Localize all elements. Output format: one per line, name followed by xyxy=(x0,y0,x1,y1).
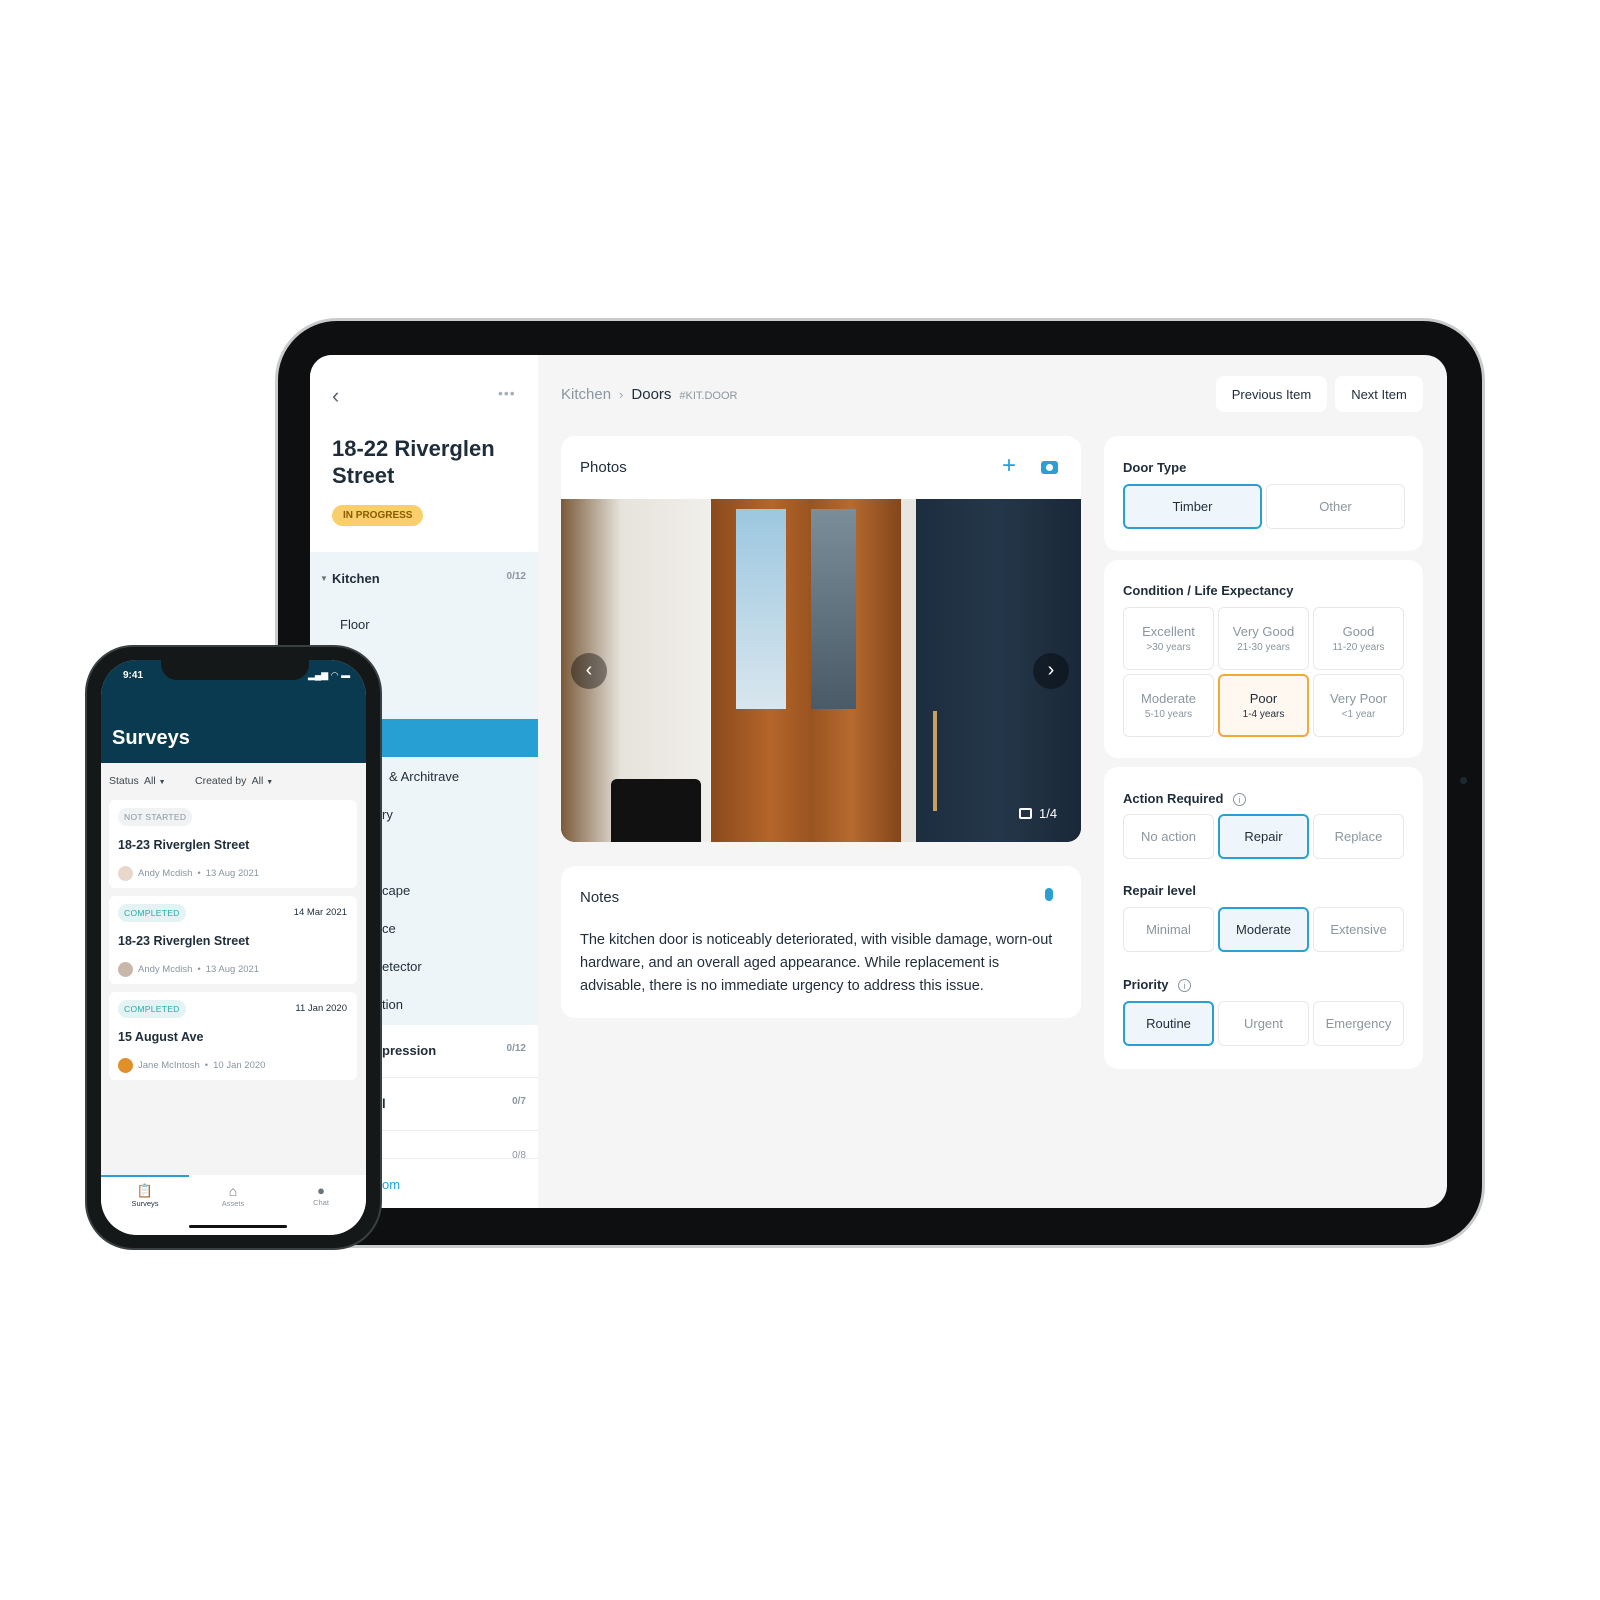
tab-chat[interactable]: ● Chat xyxy=(277,1183,365,1207)
section-kitchen[interactable]: ▼ Kitchen 0/12 xyxy=(310,571,538,586)
survey-date: 14 Mar 2021 xyxy=(293,907,347,918)
action-label: Action Required i xyxy=(1123,791,1247,806)
notch xyxy=(161,660,309,680)
survey-title: 18-23 Riverglen Street xyxy=(118,838,250,852)
avatar xyxy=(118,1058,133,1073)
tab-surveys[interactable]: 📋 Surveys xyxy=(101,1183,189,1208)
door-type-label: Door Type xyxy=(1123,460,1187,475)
repair-level-label: Repair level xyxy=(1123,883,1196,898)
option-replace[interactable]: Replace xyxy=(1313,814,1404,859)
created-by-filter[interactable]: Created by All ▼ xyxy=(195,775,273,787)
phone-title: Surveys xyxy=(112,727,190,749)
add-photo-icon[interactable]: + xyxy=(1002,452,1016,480)
breadcrumb-parent[interactable]: Kitchen xyxy=(561,386,611,403)
option-minimal[interactable]: Minimal xyxy=(1123,907,1214,952)
previous-photo-button[interactable]: ‹ xyxy=(571,653,607,689)
survey-date: 11 Jan 2020 xyxy=(295,1003,347,1014)
door-type-card: Door Type Timber Other xyxy=(1104,436,1423,551)
next-photo-button[interactable]: › xyxy=(1033,653,1069,689)
tab-bar: 📋 Surveys ⌂ Assets ● Chat xyxy=(101,1175,366,1235)
photo-carousel[interactable]: ‹ › 1/4 xyxy=(561,499,1081,842)
sidebar-item[interactable]: Floor xyxy=(310,617,538,632)
chevron-right-icon: › xyxy=(619,387,624,402)
status-filter[interactable]: Status All ▼ xyxy=(109,775,166,787)
option-excellent[interactable]: Excellent >30 years xyxy=(1123,607,1214,670)
microphone-icon[interactable] xyxy=(1045,888,1053,901)
home-indicator xyxy=(189,1225,287,1228)
option-urgent[interactable]: Urgent xyxy=(1218,1001,1309,1046)
chat-icon: ● xyxy=(317,1183,325,1198)
option-routine[interactable]: Routine xyxy=(1123,1001,1214,1046)
condition-label: Condition / Life Expectancy xyxy=(1123,583,1294,598)
signal-wifi-battery-icon: ▂▄▆ ◠ ▬ xyxy=(308,670,351,680)
more-icon[interactable]: ••• xyxy=(498,385,516,401)
back-icon[interactable]: ‹ xyxy=(332,383,339,409)
action-card: Action Required i No action Repair Replace… xyxy=(1104,767,1423,1069)
tab-assets[interactable]: ⌂ Assets xyxy=(189,1183,277,1208)
camera-icon[interactable] xyxy=(1041,461,1058,474)
option-moderate[interactable]: Moderate 5-10 years xyxy=(1123,674,1214,737)
survey-meta: Andy Mcdish • 13 Aug 2021 xyxy=(118,866,259,881)
breadcrumb: Kitchen › Doors #KIT.DOOR xyxy=(561,386,737,403)
caret-down-icon: ▼ xyxy=(158,779,166,786)
survey-title: 18-23 Riverglen Street xyxy=(118,934,250,948)
item-code: #KIT.DOOR xyxy=(679,390,738,402)
option-very-good[interactable]: Very Good 21-30 years xyxy=(1218,607,1309,670)
next-item-button[interactable]: Next Item xyxy=(1335,376,1423,412)
info-icon[interactable]: i xyxy=(1178,979,1192,992)
breadcrumb-current: Doors xyxy=(631,386,672,403)
photos-card: Photos + ‹ › 1/4 xyxy=(561,436,1081,842)
avatar xyxy=(118,866,133,881)
status-badge: IN PROGRESS xyxy=(332,505,424,526)
option-poor[interactable]: Poor 1-4 years xyxy=(1218,674,1309,737)
status-time: 9:41 xyxy=(123,670,144,681)
tablet-screen: ‹ ••• 18-22 Riverglen Street IN PROGRESS… xyxy=(310,355,1447,1208)
notes-text[interactable]: The kitchen door is noticeably deteriora… xyxy=(580,929,1064,998)
notes-title: Notes xyxy=(580,889,620,906)
survey-title: 15 August Ave xyxy=(118,1030,204,1044)
option-emergency[interactable]: Emergency xyxy=(1313,1001,1404,1046)
survey-card[interactable]: COMPLETED 14 Mar 2021 18-23 Riverglen Stre… xyxy=(109,896,357,984)
photos-title: Photos xyxy=(580,459,627,476)
survey-card[interactable]: COMPLETED 11 Jan 2020 15 August Ave Jane Mc… xyxy=(109,992,357,1080)
info-icon[interactable]: i xyxy=(1233,793,1247,806)
photo-counter: 1/4 xyxy=(1019,806,1057,821)
avatar xyxy=(118,962,133,977)
active-tab-indicator xyxy=(101,1175,189,1177)
survey-card[interactable]: NOT STARTED 18-23 Riverglen Street Andy Mc… xyxy=(109,800,357,888)
caret-down-icon: ▼ xyxy=(266,779,274,786)
survey-meta: Andy Mcdish • 13 Aug 2021 xyxy=(118,962,259,977)
option-repair[interactable]: Repair xyxy=(1218,814,1309,859)
survey-status-badge: COMPLETED xyxy=(118,1000,186,1018)
condition-card: Condition / Life Expectancy Excellent >30… xyxy=(1104,560,1423,758)
home-icon: ⌂ xyxy=(228,1183,238,1199)
phone-screen: 9:41 ▂▄▆ ◠ ▬ Surveys Status All ▼ Create… xyxy=(101,660,366,1235)
option-very-poor[interactable]: Very Poor <1 year xyxy=(1313,674,1404,737)
tablet-camera xyxy=(1460,777,1467,784)
previous-item-button[interactable]: Previous Item xyxy=(1216,376,1327,412)
option-no-action[interactable]: No action xyxy=(1123,814,1214,859)
survey-status-badge: COMPLETED xyxy=(118,904,186,922)
survey-title: 18-22 Riverglen Street xyxy=(332,436,495,488)
option-timber[interactable]: Timber xyxy=(1123,484,1262,529)
survey-status-badge: NOT STARTED xyxy=(118,808,193,826)
option-extensive[interactable]: Extensive xyxy=(1313,907,1404,952)
priority-label: Priority i xyxy=(1123,977,1192,992)
clipboard-icon: 📋 xyxy=(136,1183,154,1198)
survey-meta: Jane McIntosh • 10 Jan 2020 xyxy=(118,1058,265,1073)
notes-card: Notes The kitchen door is noticeably det… xyxy=(561,866,1081,1018)
option-moderate[interactable]: Moderate xyxy=(1218,907,1309,952)
image-icon xyxy=(1019,808,1032,819)
option-other[interactable]: Other xyxy=(1266,484,1405,529)
option-good[interactable]: Good 11-20 years xyxy=(1313,607,1404,670)
